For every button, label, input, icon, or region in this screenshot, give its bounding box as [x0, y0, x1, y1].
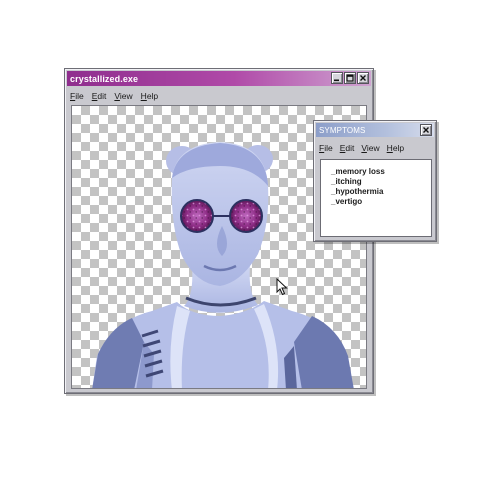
mouse-pointer-icon [276, 278, 288, 296]
menu-help[interactable]: Help [141, 91, 158, 101]
symptoms-title: SYMPTOMS [319, 125, 366, 135]
menu-help[interactable]: Help [387, 143, 404, 153]
menu-edit[interactable]: Edit [340, 143, 355, 153]
list-item: _itching [331, 177, 362, 186]
list-item: _hypothermia [331, 187, 384, 196]
maximize-button[interactable] [344, 72, 356, 84]
maximize-icon [346, 74, 354, 82]
menu-file[interactable]: File [70, 91, 84, 101]
list-item: _memory loss [331, 167, 385, 176]
menu-edit[interactable]: Edit [92, 91, 107, 101]
symptoms-close-button[interactable] [420, 124, 432, 136]
list-item: _vertigo [331, 197, 363, 206]
symptoms-titlebar[interactable]: SYMPTOMS [316, 123, 434, 137]
main-menubar: File Edit View Help [67, 88, 371, 103]
close-icon [423, 127, 429, 133]
symptoms-menubar: File Edit View Help [316, 140, 434, 155]
symptoms-list: _memory loss _itching _hypothermia _vert… [320, 159, 432, 237]
window-controls [331, 72, 369, 84]
symptoms-controls [420, 124, 432, 136]
menu-view[interactable]: View [361, 143, 379, 153]
minimize-icon [334, 79, 339, 82]
main-titlebar[interactable]: crystallized.exe [67, 71, 371, 86]
menu-file[interactable]: File [319, 143, 333, 153]
minimize-button[interactable] [331, 72, 343, 84]
menu-view[interactable]: View [114, 91, 132, 101]
window-title: crystallized.exe [70, 73, 139, 84]
close-button[interactable] [357, 72, 369, 84]
symptoms-window: SYMPTOMS File Edit View Help _memory los… [313, 120, 437, 242]
close-icon [360, 75, 366, 81]
